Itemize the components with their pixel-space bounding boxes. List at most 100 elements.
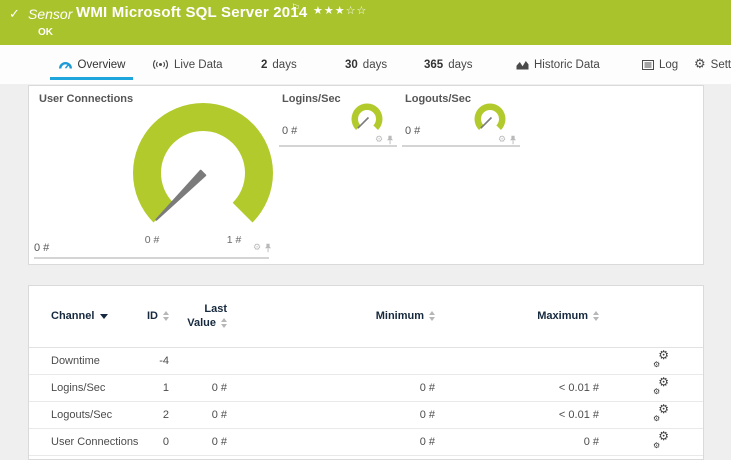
main-gauge-title: User Connections: [39, 93, 134, 105]
tab-settings[interactable]: ⚙ Settings: [694, 45, 731, 84]
object-kind-label: Sensor: [28, 6, 73, 22]
stars-empty[interactable]: ☆☆: [346, 4, 368, 17]
column-label: Last: [204, 302, 227, 315]
column-label: ID: [147, 310, 158, 323]
pin-icon[interactable]: [509, 135, 517, 145]
channel-name: Logins/Sec: [29, 374, 147, 402]
column-label: Channel: [51, 310, 95, 323]
table-row[interactable]: User Connections 0 0 # 0 # 0 # ⚙ ⚙: [29, 428, 703, 456]
column-label: Value: [187, 317, 216, 330]
gauge-needle: [480, 116, 493, 129]
column-header-maximum[interactable]: Maximum: [441, 286, 605, 348]
gauge-settings-gear-icon[interactable]: ⚙: [253, 244, 261, 253]
logouts-gauge-title: Logouts/Sec: [405, 93, 472, 105]
tab-label: days: [272, 58, 297, 71]
gauge-settings-gear-icon[interactable]: ⚙: [498, 136, 506, 145]
user-connections-gauge: [133, 103, 273, 223]
tab-30-days[interactable]: 30 days: [345, 45, 387, 84]
channel-id: -4: [147, 347, 175, 375]
gear-icon: ⚙: [694, 57, 706, 72]
gauges-panel: User Connections 0 # 1 # 0 # ⚙ Logins/Se…: [28, 85, 704, 265]
column-label: Maximum: [537, 310, 588, 323]
logins-gauge-title: Logins/Sec: [282, 93, 341, 105]
channel-last-value: 0 #: [175, 428, 233, 456]
column-header-last-value[interactable]: Last Value: [175, 286, 233, 348]
tab-label: Settings: [710, 58, 731, 71]
priority-stars[interactable]: ★★★☆☆: [313, 4, 367, 17]
active-tab-underline: [50, 77, 133, 80]
tab-number: 365: [424, 58, 444, 71]
tab-number: 30: [345, 58, 358, 71]
channels-table-panel: Channel ID Last Value Minimum Maximum Do…: [28, 285, 704, 460]
tab-label: Overview: [77, 58, 126, 71]
column-label: Minimum: [375, 310, 424, 323]
column-header-actions: [605, 286, 703, 348]
logins-gauge-value: 0 #: [282, 125, 298, 137]
divider: [402, 145, 520, 147]
channel-maximum: < 0.01 #: [441, 401, 605, 429]
gauge-needle: [357, 116, 370, 129]
channel-name: Logouts/Sec: [29, 401, 147, 429]
tab-live-data[interactable]: Live Data: [152, 45, 223, 84]
log-list-icon: [642, 59, 654, 70]
sort-caret-icon: [100, 313, 109, 319]
tab-number: 2: [261, 58, 268, 71]
logouts-gauge-value: 0 #: [405, 125, 421, 137]
pin-icon[interactable]: [386, 135, 394, 145]
table-row[interactable]: Downtime -4 ⚙ ⚙: [29, 347, 703, 375]
tab-365-days[interactable]: 365 days: [424, 45, 472, 84]
logins-gauge: [351, 103, 383, 130]
channel-last-value: 0 #: [175, 401, 233, 429]
channels-table: Channel ID Last Value Minimum Maximum Do…: [29, 286, 703, 456]
channel-name: Downtime: [29, 347, 147, 375]
sort-icon: [429, 311, 435, 322]
channel-settings-gears-icon[interactable]: ⚙ ⚙: [653, 348, 669, 369]
channel-id: 2: [147, 401, 175, 429]
channel-settings-gears-icon[interactable]: ⚙ ⚙: [653, 429, 669, 450]
sort-icon: [221, 318, 227, 329]
sensor-status-badge: OK: [38, 27, 53, 38]
table-row[interactable]: Logins/Sec 1 0 # 0 # < 0.01 # ⚙ ⚙: [29, 374, 703, 402]
gauge-scale-min: 0 #: [144, 234, 160, 246]
channel-minimum: 0 #: [233, 374, 441, 402]
status-check-icon: ✓: [9, 7, 20, 22]
gauge-icon: [58, 62, 72, 69]
channel-minimum: 0 #: [233, 428, 441, 456]
stars-filled[interactable]: ★★★: [313, 4, 346, 17]
column-header-id[interactable]: ID: [147, 286, 175, 348]
gauge-scale-max: 1 #: [226, 234, 242, 246]
tab-overview[interactable]: Overview: [50, 45, 133, 84]
column-header-channel[interactable]: Channel: [29, 286, 147, 348]
pin-icon[interactable]: [264, 243, 272, 253]
logouts-gauge: [474, 103, 506, 130]
channel-settings-gears-icon[interactable]: ⚙ ⚙: [653, 375, 669, 396]
tab-label: days: [362, 58, 388, 71]
tab-log[interactable]: Log: [642, 45, 678, 84]
tab-label: Historic Data: [534, 58, 600, 71]
sort-icon: [163, 311, 169, 322]
channel-last-value: [175, 347, 233, 375]
tab-historic-data[interactable]: Historic Data: [516, 45, 600, 84]
gauge-settings-gear-icon[interactable]: ⚙: [375, 136, 383, 145]
channel-settings-gears-icon[interactable]: ⚙ ⚙: [653, 402, 669, 423]
column-header-minimum[interactable]: Minimum: [233, 286, 441, 348]
table-row[interactable]: Logouts/Sec 2 0 # 0 # < 0.01 # ⚙ ⚙: [29, 401, 703, 429]
tab-label: Log: [659, 58, 679, 71]
area-chart-icon: [516, 60, 529, 69]
tab-2-days[interactable]: 2 days: [261, 45, 297, 84]
divider: [279, 145, 397, 147]
channel-id: 1: [147, 374, 175, 402]
channel-minimum: 0 #: [233, 401, 441, 429]
main-gauge-value: 0 #: [34, 242, 50, 254]
channel-minimum: [233, 347, 441, 375]
live-broadcast-icon: [153, 59, 168, 70]
channel-last-value: 0 #: [175, 374, 233, 402]
sensor-title: WMI Microsoft SQL Server 2014: [76, 4, 308, 21]
channel-name: User Connections: [29, 428, 147, 456]
tab-bar: Overview Live Data 2 days 30 days 365 da…: [0, 45, 731, 84]
table-header-row: Channel ID Last Value Minimum Maximum: [29, 286, 703, 348]
channel-maximum: [441, 347, 605, 375]
channel-maximum: < 0.01 #: [441, 374, 605, 402]
flag-icon[interactable]: ⚐: [291, 3, 300, 14]
tab-label: days: [448, 58, 473, 71]
